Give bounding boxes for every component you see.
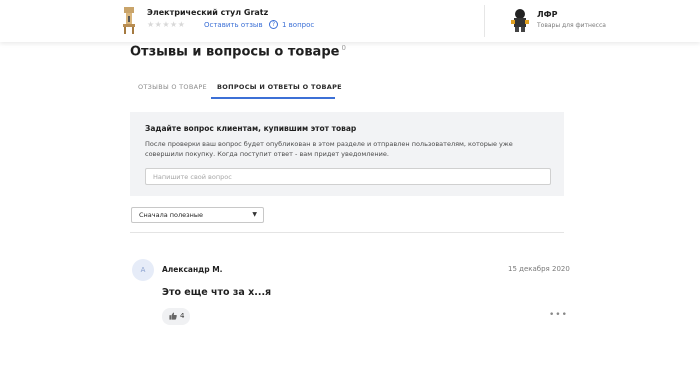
- avatar: А: [132, 259, 154, 281]
- product-title[interactable]: Электрический стул Gratz: [147, 8, 268, 17]
- sort-selected-value: Сначала полезные: [139, 211, 204, 219]
- page-title-text: Отзывы и вопросы о товаре: [130, 44, 340, 60]
- divider: [130, 232, 564, 233]
- questions-count-link[interactable]: 1 вопрос: [282, 21, 314, 29]
- sort-select[interactable]: Сначала полезные ▼: [131, 207, 264, 223]
- review-text: Это еще что за х...я: [162, 287, 272, 298]
- ask-question-description: После проверки ваш вопрос будет опублико…: [145, 140, 513, 158]
- page-title: Отзывы и вопросы о товаре 0: [130, 44, 346, 59]
- like-button[interactable]: 4: [162, 308, 190, 325]
- ask-question-panel: Задайте вопрос клиентам, купившим этот т…: [130, 112, 564, 196]
- review-author: Александр М.: [162, 265, 223, 274]
- leave-review-link[interactable]: Оставить отзыв: [204, 21, 263, 29]
- seller-name[interactable]: ЛФР: [537, 10, 557, 19]
- page-title-count: 0: [341, 44, 346, 52]
- header-divider: [484, 5, 485, 37]
- active-tab-indicator: [211, 97, 335, 99]
- like-count: 4: [180, 312, 185, 320]
- product-header: Электрический стул Gratz ★★★★★ Оставить …: [0, 0, 700, 42]
- tab-questions[interactable]: ВОПРОСЫ И ОТВЕТЫ О ТОВАРЕ: [217, 83, 342, 91]
- tab-reviews[interactable]: ОТЗЫВЫ О ТОВАРЕ: [138, 83, 207, 91]
- ask-question-title: Задайте вопрос клиентам, купившим этот т…: [145, 124, 357, 133]
- caret-down-icon: ▼: [252, 211, 257, 218]
- question-input[interactable]: [145, 168, 551, 185]
- question-bubble-icon[interactable]: ?: [269, 20, 278, 29]
- more-options-icon[interactable]: •••: [549, 311, 568, 320]
- review-date: 15 декабря 2020: [508, 265, 570, 273]
- seller-logo[interactable]: [509, 7, 531, 33]
- seller-subtitle: Товары для фитнесса: [537, 22, 606, 29]
- tabs: ОТЗЫВЫ О ТОВАРЕ ВОПРОСЫ И ОТВЕТЫ О ТОВАР…: [130, 80, 564, 100]
- rating-stars: ★★★★★: [147, 20, 186, 29]
- product-thumbnail[interactable]: [121, 5, 137, 35]
- thumbs-up-icon: [169, 312, 177, 320]
